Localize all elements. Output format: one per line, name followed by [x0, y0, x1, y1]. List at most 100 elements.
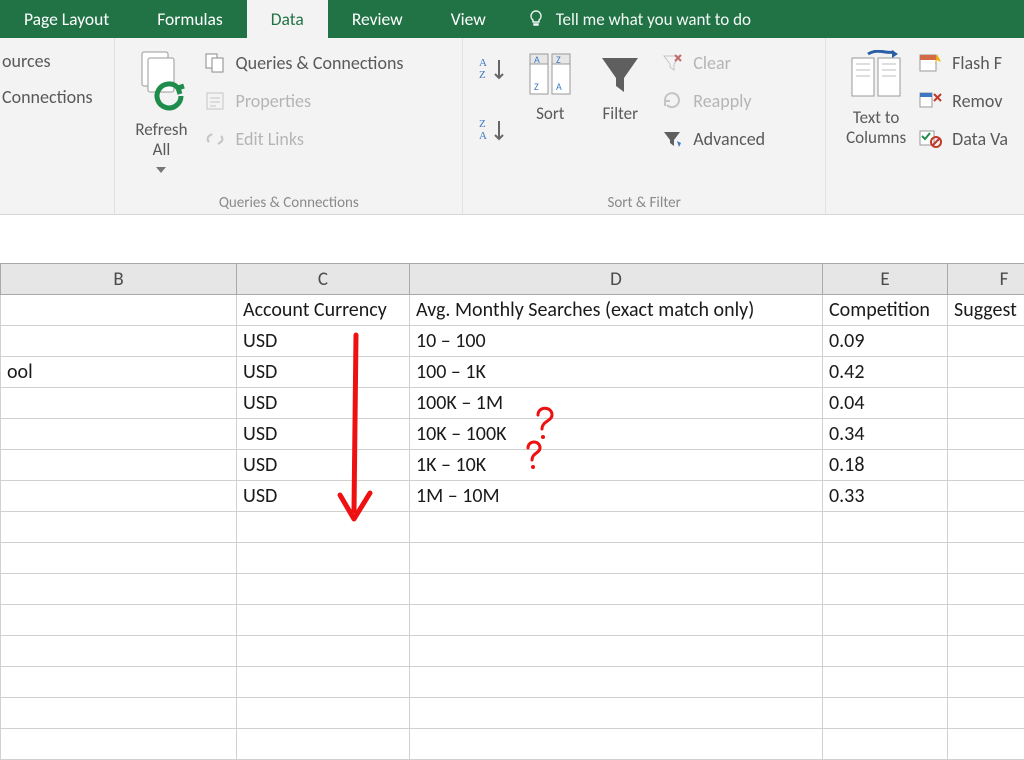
queries-connections-button[interactable]: Queries & Connections [204, 52, 404, 74]
cell[interactable]: 100K – 1M [410, 388, 823, 419]
cell[interactable]: 0.34 [823, 419, 948, 450]
cell[interactable] [1, 481, 237, 512]
table-row[interactable] [1, 543, 1024, 574]
col-header-F[interactable]: F [948, 264, 1024, 295]
svg-text:Z: Z [556, 53, 561, 66]
reapply-button[interactable]: Reapply [661, 90, 765, 112]
properties-label: Properties [236, 90, 312, 112]
filter-icon [596, 50, 644, 98]
clear-label: Clear [693, 52, 731, 74]
data-validation-label: Data Va [952, 128, 1008, 150]
table-row[interactable]: Account Currency Avg. Monthly Searches (… [1, 295, 1024, 326]
queries-connections-label: Queries & Connections [236, 52, 404, 74]
cell[interactable] [948, 357, 1024, 388]
cell[interactable] [948, 419, 1024, 450]
filter-button[interactable]: Filter [585, 44, 655, 124]
cell[interactable] [948, 388, 1024, 419]
svg-text:A: A [479, 57, 487, 69]
table-row[interactable]: USD 1K – 10K 0.18 [1, 450, 1024, 481]
tell-me-label: Tell me what you want to do [556, 9, 751, 30]
table-row[interactable] [1, 667, 1024, 698]
sources-partial-label[interactable]: ources [2, 50, 94, 72]
sort-button[interactable]: A Z Z A Sort [515, 44, 585, 124]
table-row[interactable] [1, 698, 1024, 729]
sort-desc-button[interactable]: Z A [479, 117, 509, 152]
remove-duplicates-button[interactable]: Remov [918, 90, 1008, 112]
sort-asc-icon: A Z [479, 56, 509, 86]
cell[interactable]: USD [237, 388, 410, 419]
cell[interactable]: USD [237, 357, 410, 388]
table-row[interactable]: USD 10 – 100 0.09 [1, 326, 1024, 357]
connections-partial-label[interactable]: Connections [2, 86, 94, 108]
col-header-B[interactable]: B [1, 264, 237, 295]
cell[interactable]: Account Currency [237, 295, 410, 326]
cell[interactable] [948, 450, 1024, 481]
tab-review[interactable]: Review [328, 0, 427, 38]
cell[interactable]: 1K – 10K [410, 450, 823, 481]
edit-links-button[interactable]: Edit Links [204, 128, 404, 150]
filter-label: Filter [603, 104, 639, 124]
remove-duplicates-label: Remov [952, 90, 1002, 112]
spreadsheet-grid[interactable]: B C D E F Account Currency Avg. Monthly … [0, 263, 1024, 760]
cell[interactable] [948, 326, 1024, 357]
cell[interactable]: 100 – 1K [410, 357, 823, 388]
col-header-D[interactable]: D [410, 264, 823, 295]
table-row[interactable] [1, 636, 1024, 667]
table-row[interactable] [1, 512, 1024, 543]
cell[interactable]: USD [237, 450, 410, 481]
ribbon: ources Connections RefreshAll [0, 38, 1024, 215]
cell[interactable] [1, 388, 237, 419]
group-label-sort-filter: Sort & Filter [463, 194, 825, 212]
cell[interactable]: 0.33 [823, 481, 948, 512]
cell[interactable]: 0.18 [823, 450, 948, 481]
cell[interactable] [948, 481, 1024, 512]
clear-filter-button[interactable]: Clear [661, 52, 765, 74]
flash-fill-icon [918, 52, 942, 74]
cell[interactable]: Competition [823, 295, 948, 326]
tab-page-layout[interactable]: Page Layout [0, 0, 133, 38]
cell[interactable]: 10K – 100K [410, 419, 823, 450]
text-to-columns-button[interactable]: Text toColumns [836, 44, 916, 149]
properties-button[interactable]: Properties [204, 90, 404, 112]
flash-fill-button[interactable]: Flash F [918, 52, 1008, 74]
table-row[interactable]: ool USD 100 – 1K 0.42 [1, 357, 1024, 388]
cell[interactable]: USD [237, 326, 410, 357]
sort-asc-button[interactable]: A Z [479, 56, 509, 91]
refresh-all-button[interactable]: RefreshAll [125, 44, 197, 173]
cell[interactable] [1, 419, 237, 450]
cell[interactable] [1, 295, 237, 326]
cell[interactable]: USD [237, 419, 410, 450]
cell[interactable] [1, 450, 237, 481]
cell[interactable]: 0.04 [823, 388, 948, 419]
worksheet[interactable]: B C D E F Account Currency Avg. Monthly … [0, 215, 1024, 760]
sort-desc-icon: Z A [479, 117, 509, 147]
data-validation-button[interactable]: Data Va [918, 128, 1008, 150]
table-row[interactable] [1, 605, 1024, 636]
cell[interactable]: 1M – 10M [410, 481, 823, 512]
table-row[interactable]: USD 10K – 100K 0.34 [1, 419, 1024, 450]
col-header-C[interactable]: C [237, 264, 410, 295]
cell[interactable]: Suggest [948, 295, 1024, 326]
col-header-E[interactable]: E [823, 264, 948, 295]
cell[interactable]: 10 – 100 [410, 326, 823, 357]
cell[interactable]: 0.09 [823, 326, 948, 357]
cell[interactable]: Avg. Monthly Searches (exact match only) [410, 295, 823, 326]
cell[interactable]: 0.42 [823, 357, 948, 388]
tab-view[interactable]: View [427, 0, 510, 38]
cell[interactable] [1, 326, 237, 357]
table-row[interactable]: USD 100K – 1M 0.04 [1, 388, 1024, 419]
tab-data[interactable]: Data [247, 0, 328, 38]
cell[interactable]: ool [1, 357, 237, 388]
svg-text:A: A [534, 53, 540, 66]
table-row[interactable] [1, 729, 1024, 760]
table-row[interactable]: USD 1M – 10M 0.33 [1, 481, 1024, 512]
group-label-queries: Queries & Connections [115, 194, 462, 212]
column-headers-row: B C D E F [1, 264, 1024, 295]
tab-formulas[interactable]: Formulas [133, 0, 247, 38]
cell[interactable]: USD [237, 481, 410, 512]
advanced-label: Advanced [693, 128, 765, 150]
advanced-filter-button[interactable]: Advanced [661, 128, 765, 150]
sort-icon: A Z Z A [526, 50, 574, 98]
table-row[interactable] [1, 574, 1024, 605]
tell-me-search[interactable]: Tell me what you want to do [510, 0, 767, 38]
